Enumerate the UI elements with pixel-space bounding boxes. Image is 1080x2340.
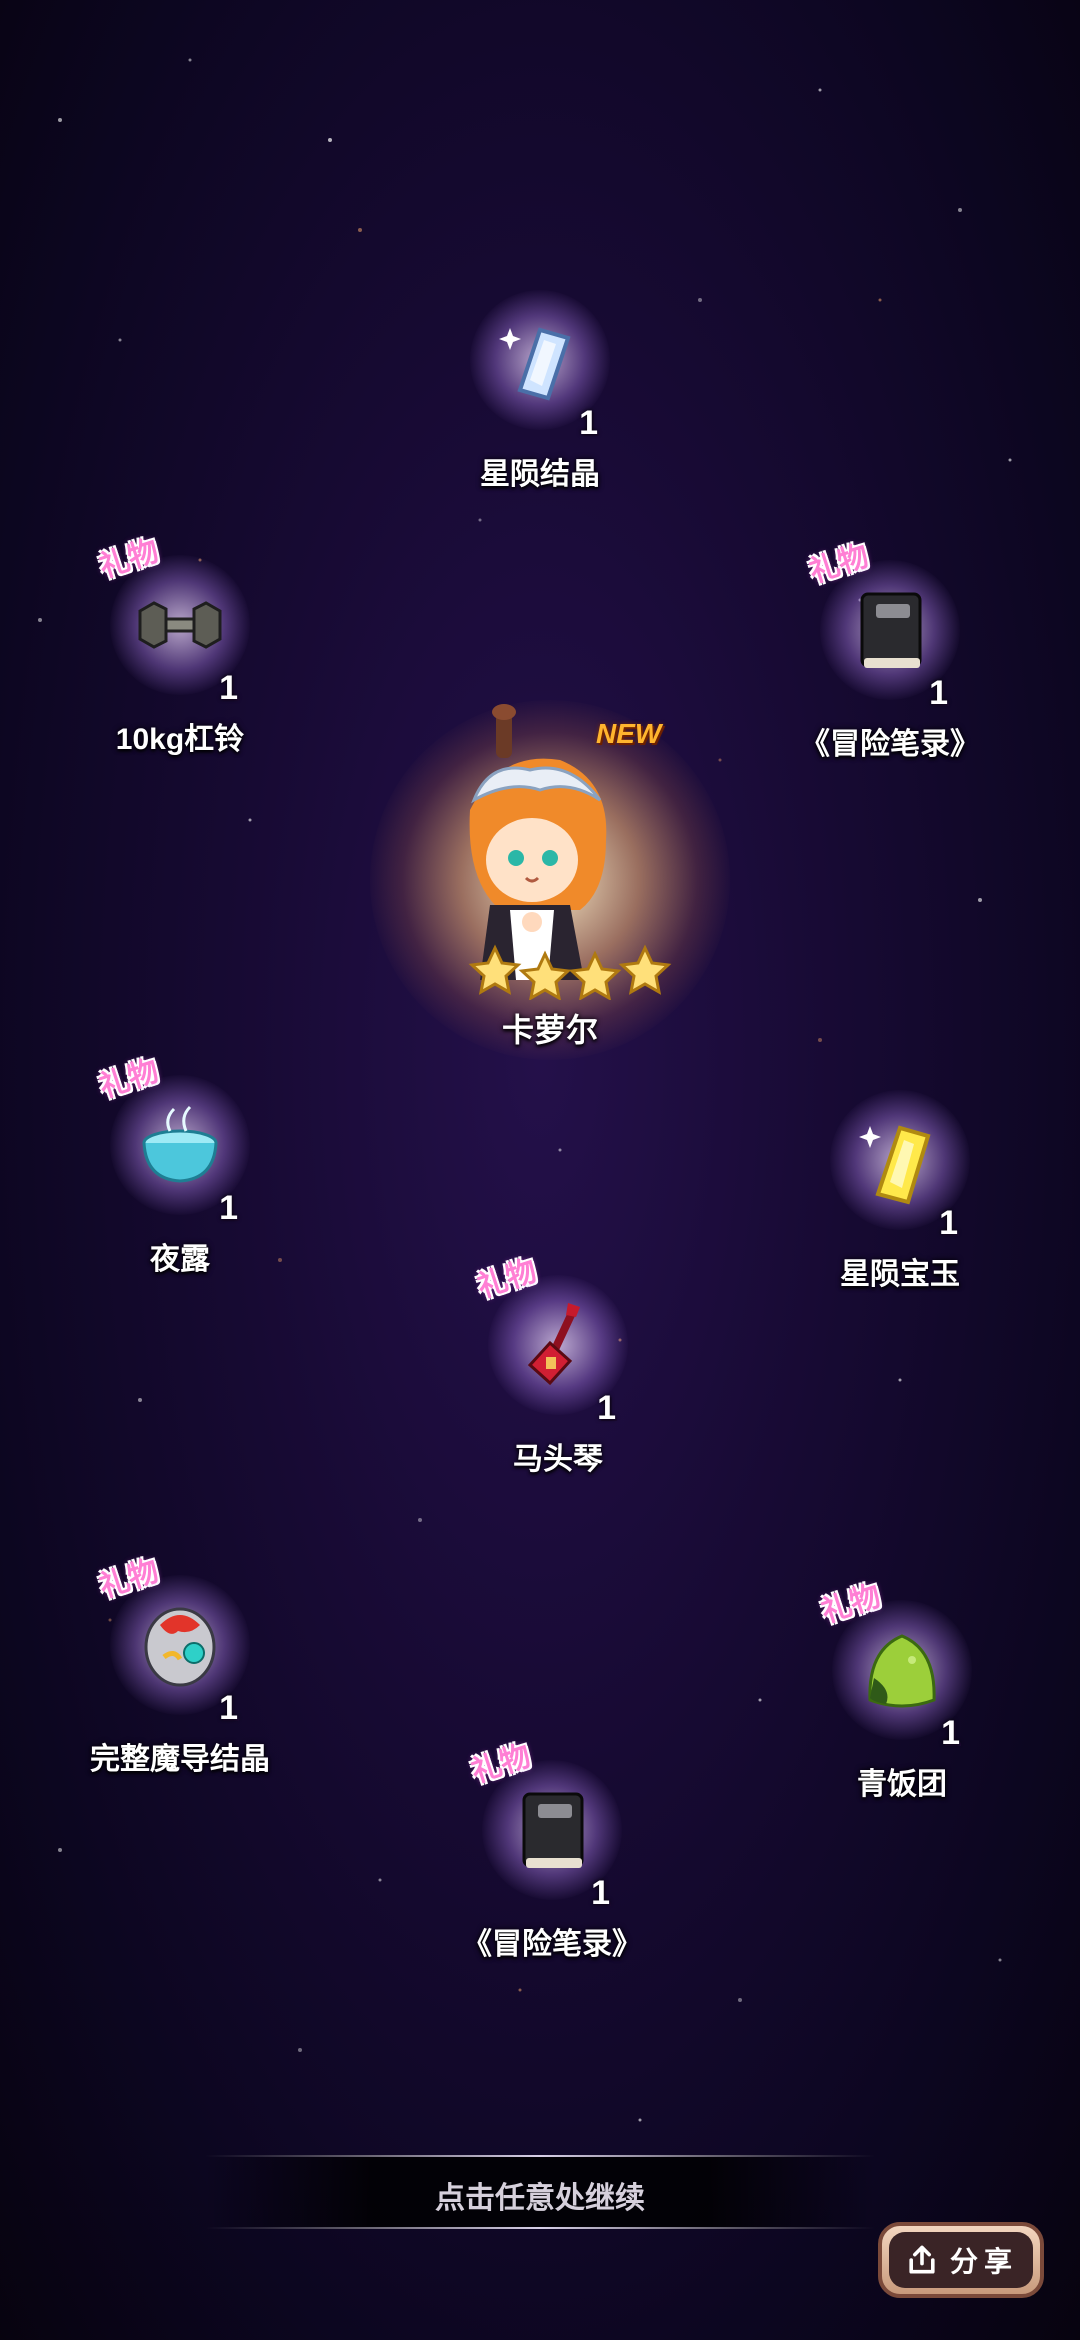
item-count: 1 bbox=[941, 1714, 960, 1752]
reward-item-star-gem: 1 星陨宝玉 bbox=[750, 1085, 1050, 1293]
reward-item-night-dew: 礼物 1 夜露 bbox=[30, 1054, 330, 1278]
green-riceball-icon bbox=[868, 1634, 936, 1708]
star-rating bbox=[468, 944, 672, 1000]
item-icon-wrap: 1 bbox=[460, 285, 620, 442]
yellow-gem-icon bbox=[859, 1125, 931, 1205]
item-count: 1 bbox=[591, 1874, 610, 1912]
share-button-inner[interactable]: 分享 bbox=[889, 2232, 1033, 2288]
divider bbox=[205, 2155, 875, 2157]
blue-crystal-icon bbox=[499, 327, 571, 401]
tap-to-continue-text[interactable]: 点击任意处继续 bbox=[205, 2173, 875, 2217]
reward-item-rice-ball: 礼物 1 青饭团 bbox=[752, 1579, 1052, 1803]
item-count: 1 bbox=[579, 404, 598, 442]
item-name: 《冒险笔录》 bbox=[462, 1928, 642, 1961]
divider bbox=[205, 2227, 875, 2229]
star-icon bbox=[618, 944, 672, 995]
reward-item-star-crystal: 1 星陨结晶 bbox=[390, 285, 690, 493]
item-icon-wrap: 1 bbox=[820, 1085, 980, 1242]
item-icon-wrap: 礼物 1 bbox=[817, 1579, 982, 1752]
item-icon-wrap: 礼物 1 bbox=[95, 1554, 260, 1727]
item-name: 星陨宝玉 bbox=[840, 1258, 960, 1291]
item-name: 马头琴 bbox=[513, 1443, 603, 1476]
item-icon-wrap: 礼物 1 bbox=[467, 1739, 632, 1912]
horsehead-fiddle-icon bbox=[527, 1303, 580, 1386]
black-book-icon bbox=[522, 1792, 584, 1868]
item-name: 青饭团 bbox=[857, 1768, 947, 1801]
reward-item-morin-khuur: 礼物 1 马头琴 bbox=[408, 1254, 708, 1478]
hero-name: 卡萝尔 bbox=[501, 1012, 598, 1048]
star-icon bbox=[518, 950, 572, 1000]
item-icon-wrap: 礼物 1 bbox=[95, 1054, 260, 1227]
item-count: 1 bbox=[597, 1389, 616, 1427]
dew-bowl-icon bbox=[142, 1105, 218, 1183]
item-icon-wrap: 礼物 1 bbox=[805, 539, 970, 712]
item-name: 夜露 bbox=[150, 1243, 210, 1276]
share-label: 分享 bbox=[949, 2246, 1018, 2277]
item-name: 星陨结晶 bbox=[480, 458, 600, 491]
item-count: 1 bbox=[939, 1204, 958, 1242]
reward-item-adventure-notes: 礼物 1 《冒险笔录》 bbox=[402, 1739, 702, 1963]
reward-item-adventure-notes: 礼物 1 《冒险笔录》 bbox=[740, 539, 1040, 763]
reward-item-dumbbell: 礼物 1 10kg杠铃 bbox=[30, 534, 330, 758]
item-name: 《冒险笔录》 bbox=[800, 728, 980, 761]
share-button[interactable]: 分享 bbox=[878, 2222, 1044, 2298]
star-icon bbox=[568, 950, 622, 1000]
item-count: 1 bbox=[219, 1189, 238, 1227]
item-count: 1 bbox=[929, 674, 948, 712]
magic-orb-icon bbox=[144, 1607, 216, 1687]
tap-to-continue-bar[interactable]: 点击任意处继续 bbox=[205, 2155, 875, 2229]
item-count: 1 bbox=[219, 669, 238, 707]
star-icon bbox=[468, 944, 522, 995]
item-icon-wrap: 礼物 1 bbox=[473, 1254, 638, 1427]
reward-item-magic-crystal: 礼物 1 完整魔导结晶 bbox=[30, 1554, 330, 1778]
item-icon-wrap: 礼物 1 bbox=[95, 534, 260, 707]
share-upload-icon bbox=[909, 2245, 935, 2274]
dumbbell-icon bbox=[138, 601, 222, 649]
item-name: 完整魔导结晶 bbox=[90, 1743, 270, 1776]
item-count: 1 bbox=[219, 1689, 238, 1727]
item-name: 10kg杠铃 bbox=[115, 723, 245, 756]
black-book-icon bbox=[860, 592, 922, 668]
